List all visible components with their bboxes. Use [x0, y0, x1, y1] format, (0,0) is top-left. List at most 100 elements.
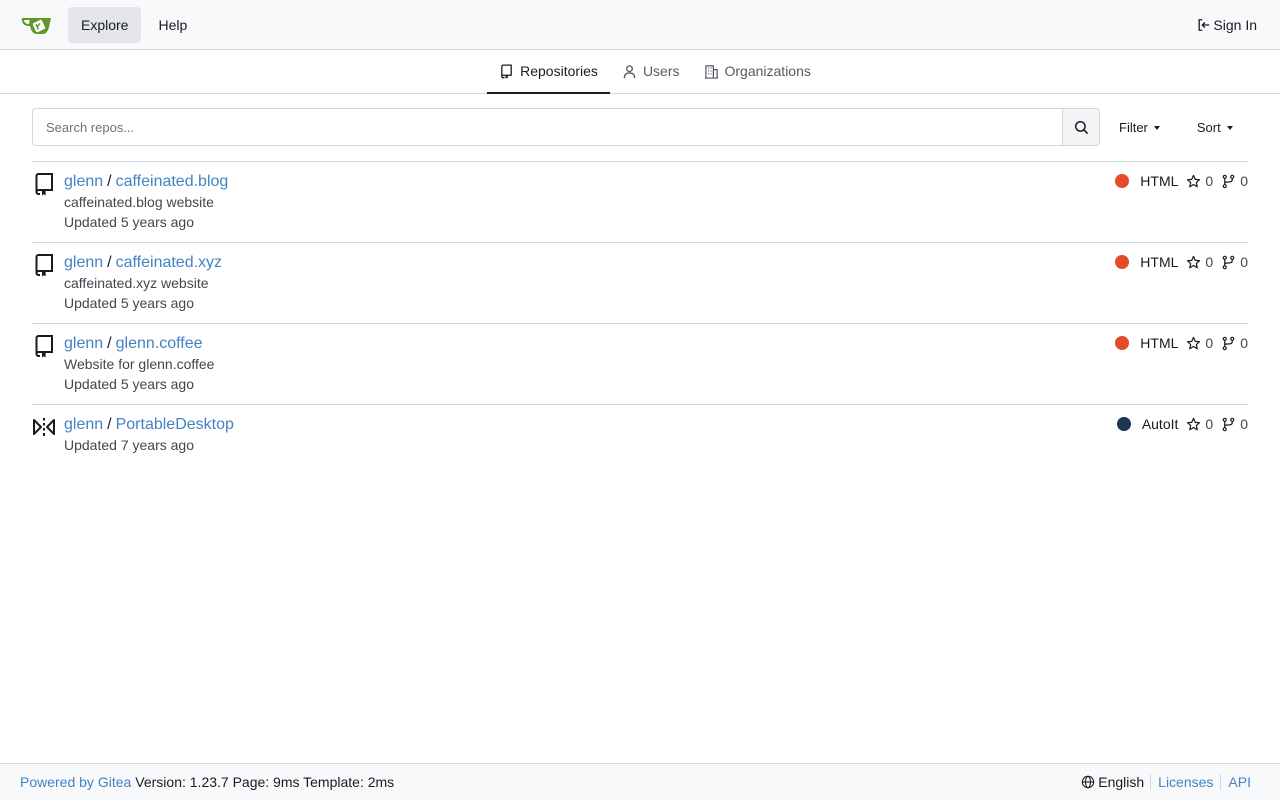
sign-in-link[interactable]: Sign In — [1189, 17, 1265, 33]
star-icon — [1187, 255, 1201, 268]
language-color-dot — [1115, 336, 1130, 350]
filter-dropdown[interactable]: Filter — [1119, 120, 1160, 135]
sign-in-label: Sign In — [1213, 16, 1257, 33]
person-icon — [623, 64, 636, 78]
language-color-dot — [1116, 417, 1131, 431]
repo-updated: Updated 5 years ago — [64, 214, 194, 230]
repo-owner-link[interactable]: glenn — [64, 254, 103, 271]
language-color-dot — [1115, 255, 1130, 269]
path-separator: / — [107, 254, 112, 271]
repo-description: Website for glenn.coffee — [64, 356, 215, 372]
nav-help[interactable]: Help — [145, 7, 200, 43]
repo-name-link[interactable]: caffeinated.xyz — [116, 254, 222, 271]
path-separator: / — [107, 335, 112, 352]
caret-down-icon — [1153, 125, 1160, 130]
repo-language: HTML — [1140, 173, 1179, 189]
repo-list: glenn / caffeinated.blog caffeinated.blog … — [32, 161, 1248, 469]
tab-repositories-label: Repositories — [520, 63, 598, 79]
repo-forks[interactable]: 0 — [1221, 416, 1248, 432]
fork-count: 0 — [1240, 173, 1248, 189]
repo-updated: Updated 7 years ago — [64, 437, 194, 453]
language-selector[interactable]: English — [1081, 774, 1150, 790]
page-footer: Powered by Gitea Version: 1.23.7 Page: 9… — [0, 763, 1280, 800]
repo-name-link[interactable]: caffeinated.blog — [116, 173, 229, 190]
mirror-icon — [33, 418, 55, 436]
star-icon — [1187, 174, 1201, 187]
repo-icon — [35, 335, 53, 358]
repo-stats: AutoIt 0 0 — [1116, 416, 1248, 432]
licenses-link[interactable]: Licenses — [1150, 774, 1220, 790]
repo-stars[interactable]: 0 — [1186, 254, 1213, 270]
repo-stats: HTML 0 0 — [1115, 335, 1248, 351]
tab-organizations-label: Organizations — [724, 63, 811, 79]
tab-users-label: Users — [642, 63, 680, 79]
fork-icon — [1222, 174, 1235, 188]
explore-tabs: Repositories Users Organizations — [0, 50, 1280, 94]
fork-icon — [1222, 336, 1235, 350]
repo-name-link[interactable]: PortableDesktop — [116, 416, 234, 433]
tab-organizations[interactable]: Organizations — [692, 50, 823, 94]
star-count: 0 — [1205, 254, 1214, 270]
repo-forks[interactable]: 0 — [1221, 173, 1248, 189]
fork-icon — [1222, 255, 1235, 269]
repo-owner-link[interactable]: glenn — [64, 173, 103, 190]
tab-users[interactable]: Users — [610, 50, 692, 94]
repo-icon — [35, 173, 53, 196]
star-icon — [1187, 336, 1201, 349]
caret-down-icon — [1226, 125, 1233, 130]
gitea-logo-icon[interactable] — [20, 8, 54, 42]
organization-icon — [704, 64, 718, 79]
powered-by-link[interactable]: Powered by Gitea — [20, 774, 131, 790]
repo-stats: HTML 0 0 — [1115, 173, 1248, 189]
path-separator: / — [107, 173, 112, 190]
star-count: 0 — [1205, 173, 1214, 189]
repo-updated: Updated 5 years ago — [64, 295, 194, 311]
repo-name-link[interactable]: glenn.coffee — [116, 335, 203, 352]
fork-icon — [1222, 417, 1235, 431]
version-info: Version: 1.23.7 Page: 9ms Template: 2ms — [135, 774, 395, 790]
star-count: 0 — [1205, 416, 1214, 432]
repo-icon — [501, 63, 512, 79]
repo-forks[interactable]: 0 — [1221, 335, 1248, 351]
tab-repositories[interactable]: Repositories — [487, 50, 610, 94]
repo-icon — [35, 254, 53, 277]
fork-count: 0 — [1240, 335, 1248, 351]
repo-updated: Updated 5 years ago — [64, 376, 194, 392]
repo-stats: HTML 0 0 — [1115, 254, 1248, 270]
sign-in-icon — [1198, 18, 1210, 31]
repo-language: HTML — [1140, 254, 1179, 270]
repo-title: glenn / glenn.coffee — [64, 334, 203, 354]
sort-label: Sort — [1196, 119, 1221, 135]
language-color-dot — [1115, 174, 1130, 188]
list-item: glenn / PortableDesktop Updated 7 years ag… — [32, 404, 1248, 469]
star-count: 0 — [1205, 335, 1214, 351]
repo-search-bar: Filter Sort — [32, 108, 1248, 146]
repo-stars[interactable]: 0 — [1186, 416, 1213, 432]
search-button[interactable] — [1062, 108, 1100, 146]
list-item: glenn / caffeinated.xyz caffeinated.xyz we… — [32, 242, 1248, 323]
list-item: glenn / glenn.coffee Website for glenn.cof… — [32, 323, 1248, 404]
globe-icon — [1082, 775, 1095, 789]
repo-description: caffeinated.blog website — [64, 194, 214, 210]
nav-explore[interactable]: Explore — [68, 6, 142, 43]
repo-stars[interactable]: 0 — [1186, 335, 1213, 351]
search-input[interactable] — [32, 108, 1062, 146]
language-label: English — [1098, 774, 1145, 790]
repo-stars[interactable]: 0 — [1186, 173, 1213, 189]
repo-owner-link[interactable]: glenn — [64, 335, 103, 352]
sort-dropdown[interactable]: Sort — [1197, 120, 1233, 135]
list-item: glenn / caffeinated.blog caffeinated.blog … — [32, 161, 1248, 242]
repo-description: caffeinated.xyz website — [64, 275, 209, 291]
repo-title: glenn / caffeinated.xyz — [64, 253, 222, 273]
footer-links: English Licenses API — [1081, 774, 1260, 790]
fork-count: 0 — [1240, 416, 1248, 432]
search-icon — [1074, 120, 1088, 134]
repo-title: glenn / caffeinated.blog — [64, 172, 228, 192]
repo-language: AutoIt — [1141, 416, 1179, 432]
repo-owner-link[interactable]: glenn — [64, 416, 103, 433]
api-link[interactable]: API — [1220, 774, 1260, 790]
filter-label: Filter — [1119, 119, 1148, 135]
fork-count: 0 — [1240, 254, 1248, 270]
repo-forks[interactable]: 0 — [1221, 254, 1248, 270]
repo-title: glenn / PortableDesktop — [64, 415, 234, 435]
